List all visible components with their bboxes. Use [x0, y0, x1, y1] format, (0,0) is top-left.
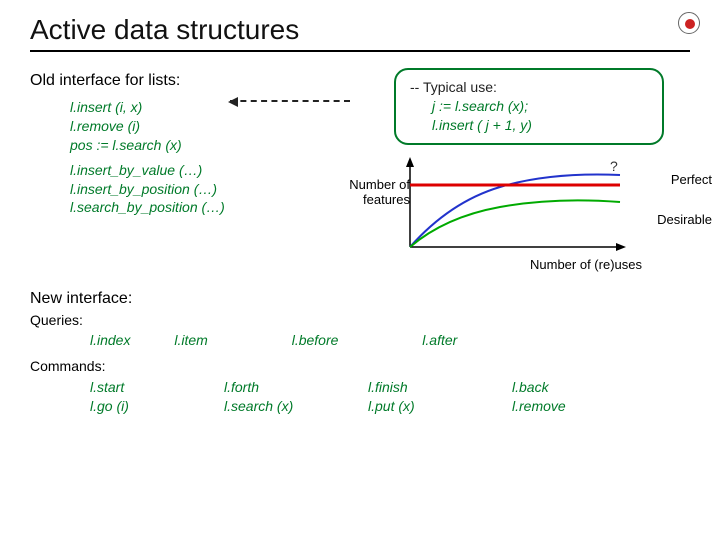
- chart-series-perfect-label: Perfect: [671, 172, 712, 187]
- feature-reuse-chart: Number of features ? Perfect Desirable: [390, 157, 690, 267]
- code-line: l.search_by_position (…): [70, 198, 360, 217]
- chart-svg: ?: [390, 157, 630, 257]
- commands-heading: Commands:: [30, 358, 690, 374]
- code-line: l.insert_by_position (…): [70, 180, 360, 199]
- callout-arrow: [230, 100, 350, 102]
- queries-row: l.index l.item l.before l.after: [90, 332, 690, 348]
- query-item: l.item: [174, 332, 207, 348]
- command-item: l.put (x): [368, 397, 508, 416]
- command-item: l.finish: [368, 378, 508, 397]
- title-rule: [30, 50, 690, 52]
- command-item: l.search (x): [224, 397, 364, 416]
- query-item: l.after: [422, 332, 457, 348]
- command-item: l.go (i): [90, 397, 220, 416]
- old-code-block-1: l.insert (i, x) l.remove (i) pos := l.se…: [70, 98, 360, 155]
- old-code-block-2: l.insert_by_value (…) l.insert_by_positi…: [70, 161, 360, 218]
- old-interface-heading: Old interface for lists:: [30, 72, 360, 90]
- typical-use-callout: -- Typical use: j := l.search (x); l.ins…: [394, 68, 664, 145]
- code-line: pos := l.search (x): [70, 136, 360, 155]
- callout-line: l.insert ( j + 1, y): [410, 116, 648, 135]
- query-item: l.before: [292, 332, 339, 348]
- chart-series-desirable-label: Desirable: [657, 212, 712, 227]
- query-item: l.index: [90, 332, 130, 348]
- svg-text:?: ?: [610, 158, 618, 174]
- logo-badge: [678, 12, 700, 34]
- command-item: l.forth: [224, 378, 364, 397]
- command-item: l.remove: [512, 397, 622, 416]
- page-title: Active data structures: [30, 14, 690, 46]
- chart-y-label: Number of features: [340, 177, 410, 207]
- code-line: l.insert_by_value (…): [70, 161, 360, 180]
- callout-line: j := l.search (x);: [410, 97, 648, 116]
- commands-grid: l.start l.forth l.finish l.back l.go (i)…: [90, 378, 690, 416]
- queries-heading: Queries:: [30, 312, 690, 328]
- command-item: l.start: [90, 378, 220, 397]
- code-line: l.remove (i): [70, 117, 360, 136]
- command-item: l.back: [512, 378, 622, 397]
- new-interface-heading: New interface:: [30, 290, 690, 308]
- callout-line: -- Typical use:: [410, 78, 648, 97]
